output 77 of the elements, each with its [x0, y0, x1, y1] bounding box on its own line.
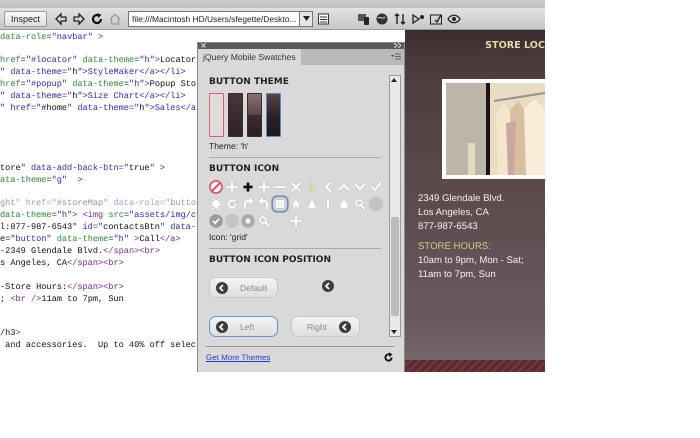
code-line: l:877-987-6543" id="contactsBtn" data-	[0, 221, 197, 233]
dropdown-icon	[302, 16, 310, 21]
devices-icon[interactable]	[357, 12, 372, 26]
gear-icon[interactable]	[209, 197, 223, 211]
scrollbar[interactable]	[389, 75, 401, 337]
page-header-title: STORE LOC	[485, 40, 545, 50]
code-line: href="#popup" data-theme="h">Popup Sto	[0, 78, 197, 90]
code-line: s Angeles, CA</span><br>	[0, 257, 125, 269]
star-icon[interactable]	[289, 197, 303, 211]
close-icon[interactable]	[201, 43, 206, 48]
left-arrow-circle-icon	[216, 282, 228, 294]
circle-icon[interactable]	[225, 214, 239, 228]
play-icon[interactable]	[411, 12, 426, 26]
eye-icon[interactable]	[447, 12, 462, 26]
address-line: Los Angeles, CA	[418, 206, 490, 220]
inspect-button[interactable]: Inspect	[4, 10, 48, 26]
warning-icon[interactable]	[305, 197, 319, 211]
address-line: 2349 Glendale Blvd.	[418, 192, 506, 206]
code-line: -Store Hours:</span><br>	[0, 281, 125, 293]
hours-heading: STORE HOURS:	[418, 240, 492, 254]
code-line: ght" href="#storeMap" data-role="butto	[0, 197, 197, 209]
globe-icon[interactable]	[375, 12, 390, 26]
icon-position-button[interactable]: Default	[209, 277, 278, 298]
theme-swatch[interactable]	[266, 93, 281, 137]
code-line: data-role="navbar" >	[0, 31, 104, 43]
icon-position-button[interactable]: Left	[209, 316, 278, 337]
code-line: ; <br />11am to 7pm, Sun	[0, 293, 125, 305]
refresh-icon[interactable]	[383, 352, 394, 362]
no-entry-icon[interactable]	[209, 180, 223, 194]
code-line: ata-theme="g" >	[0, 174, 84, 186]
code-line: and accessories. Up to 40% off selec	[4, 339, 197, 351]
home-icon[interactable]	[337, 197, 351, 211]
code-line: /h3>	[0, 327, 22, 339]
panel-menu-icon[interactable]	[391, 53, 401, 60]
collapse-icon[interactable]	[394, 43, 401, 48]
check-icon[interactable]	[369, 180, 383, 194]
theme-swatch[interactable]	[228, 93, 243, 137]
hours-line: 11am to 7pm, Sun	[418, 268, 497, 282]
back-arrow-icon[interactable]	[54, 12, 68, 26]
get-themes-link[interactable]: Get More Themes	[206, 352, 270, 362]
code-line: href="#locator" data-theme="h">Locator	[0, 54, 197, 66]
theme-swatch[interactable]	[247, 93, 262, 137]
scroll-down-icon[interactable]	[390, 328, 398, 336]
code-line: " href="#home" data-theme="h">Sales</a	[0, 102, 197, 114]
address-field[interactable]: file:///Macintosh HD/Users/sfegette/Deskto...	[128, 10, 314, 26]
section-heading: BUTTON ICON	[209, 164, 280, 174]
refresh-icon[interactable]	[90, 12, 104, 26]
plus-icon[interactable]	[241, 180, 255, 194]
theme-caption: Theme: 'h'	[209, 141, 250, 151]
code-line: -2349 Glendale Blvd.</span><br>	[0, 245, 161, 257]
dot-circle-icon[interactable]	[241, 214, 255, 228]
check-window-icon[interactable]	[429, 12, 444, 26]
section-heading: BUTTON THEME	[209, 77, 290, 87]
hours-line: 10am to 9pm, Mon - Sat;	[418, 254, 525, 268]
forward-arrow-icon[interactable]	[72, 12, 86, 26]
icon-position-button[interactable]: Right	[291, 316, 360, 337]
section-heading: BUTTON ICON POSITION	[209, 255, 332, 265]
left-arrow-circle-icon	[216, 320, 228, 332]
panel-tab[interactable]: jQuery Mobile Swatches	[198, 49, 301, 65]
left-arrow-circle-icon	[339, 320, 351, 332]
list-icon[interactable]	[317, 12, 332, 26]
scroll-up-icon[interactable]	[390, 76, 398, 84]
search-icon[interactable]	[353, 197, 367, 211]
sort-arrows-icon[interactable]	[393, 12, 408, 26]
left-arrow-circle-icon	[322, 280, 334, 292]
search-icon[interactable]	[257, 214, 271, 228]
circle-icon[interactable]	[369, 197, 383, 211]
grid-icon[interactable]	[273, 197, 287, 211]
code-line: tore" data-add-back-btn="true" >	[0, 162, 166, 174]
code-line: " data-theme="h">Size Chart</a></li>	[0, 90, 187, 102]
address-line: 877-987-6543	[418, 220, 479, 234]
code-line: e="button" data-theme="h" >Call</a>	[0, 233, 182, 245]
icon-caption: Icon: 'grid'	[209, 232, 249, 242]
check-circle-icon[interactable]	[209, 214, 223, 228]
code-line: data-theme="h"> <img src="assets/img/c	[0, 209, 197, 221]
code-line: " data-theme="h">StyleMaker</a></li>	[0, 66, 187, 78]
theme-swatch[interactable]	[209, 93, 224, 137]
